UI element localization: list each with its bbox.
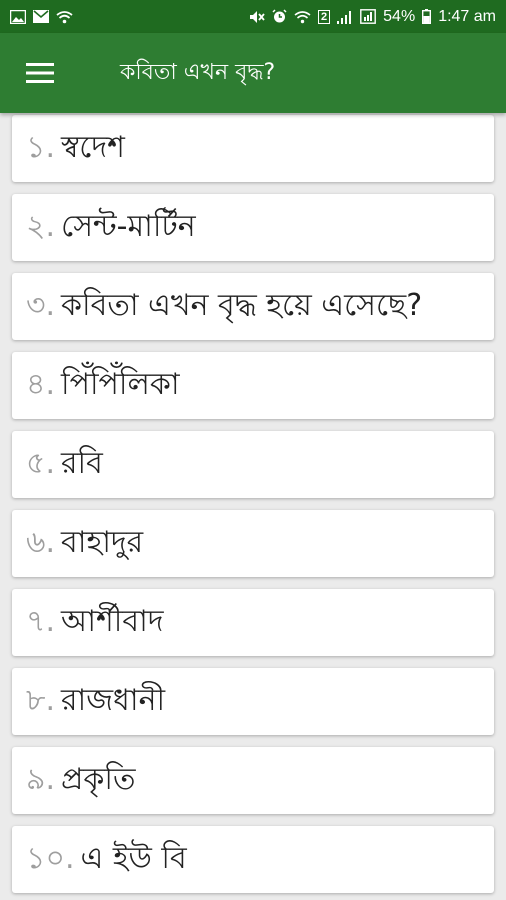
poem-title: সেন্ট-মার্টিন xyxy=(61,209,196,244)
battery-icon xyxy=(422,9,432,24)
status-bar: 2 54% 1:47 am xyxy=(0,0,506,33)
poem-number: ২. xyxy=(26,209,56,244)
poem-number: ১০. xyxy=(26,841,75,876)
poem-list-item[interactable]: ৯. প্রকৃতি xyxy=(12,747,494,814)
battery-percent: 54% xyxy=(383,7,416,25)
wifi-notification-icon xyxy=(56,10,73,24)
poem-number: ৭. xyxy=(26,604,56,639)
poem-title: আর্শীবাদ xyxy=(61,604,164,639)
mute-icon xyxy=(249,10,265,24)
poem-number: ৫. xyxy=(26,446,56,481)
poem-list: ১. স্বদেশ ২. সেন্ট-মার্টিন ৩. কবিতা এখন বৃদ্ধ… xyxy=(0,113,506,893)
sim-2-icon: 2 xyxy=(318,9,331,24)
poem-title: বাহাদুর xyxy=(61,525,144,560)
poem-list-item[interactable]: ৭. আর্শীবাদ xyxy=(12,589,494,656)
poem-number: ৩. xyxy=(26,288,56,323)
poem-list-item[interactable]: ৬. বাহাদুর xyxy=(12,510,494,577)
image-notification-icon xyxy=(10,9,26,24)
poem-title: রাজধানী xyxy=(61,683,166,718)
poem-list-item[interactable]: ১০. এ ইউ বি xyxy=(12,826,494,893)
poem-title: প্রকৃতি xyxy=(61,762,136,797)
poem-title: পিঁপিঁলিকা xyxy=(61,367,180,402)
mail-notification-icon xyxy=(33,10,49,23)
poem-list-item[interactable]: ৫. রবি xyxy=(12,431,494,498)
poem-number: ৯. xyxy=(26,762,56,797)
poem-list-item[interactable]: ৪. পিঁপিঁলিকা xyxy=(12,352,494,419)
poem-number: ৮. xyxy=(26,683,56,718)
poem-title: কবিতা এখন বৃদ্ধ হয়ে এসেছে? xyxy=(61,288,423,323)
poem-number: ৪. xyxy=(26,367,56,402)
app-title: কবিতা এখন বৃদ্ধ? xyxy=(120,59,276,85)
app-bar: কবিতা এখন বৃদ্ধ? xyxy=(0,33,506,113)
poem-list-item[interactable]: ১. স্বদেশ xyxy=(12,115,494,182)
poem-title: রবি xyxy=(61,446,103,481)
poem-number: ৬. xyxy=(26,525,56,560)
wifi-icon xyxy=(294,10,311,24)
clock: 1:47 am xyxy=(438,7,496,25)
signal-bars-icon xyxy=(337,10,353,24)
poem-number: ১. xyxy=(26,130,56,165)
status-left xyxy=(10,9,73,24)
poem-title: এ ইউ বি xyxy=(80,841,187,876)
signal-box-icon xyxy=(360,9,377,24)
hamburger-menu-icon xyxy=(26,63,54,83)
menu-button[interactable] xyxy=(0,33,80,113)
poem-list-item[interactable]: ২. সেন্ট-মার্টিন xyxy=(12,194,494,261)
poem-list-item[interactable]: ৩. কবিতা এখন বৃদ্ধ হয়ে এসেছে? xyxy=(12,273,494,340)
poem-list-item[interactable]: ৮. রাজধানী xyxy=(12,668,494,735)
alarm-icon xyxy=(272,9,287,24)
status-right: 2 54% 1:47 am xyxy=(249,8,496,26)
poem-title: স্বদেশ xyxy=(61,130,125,165)
